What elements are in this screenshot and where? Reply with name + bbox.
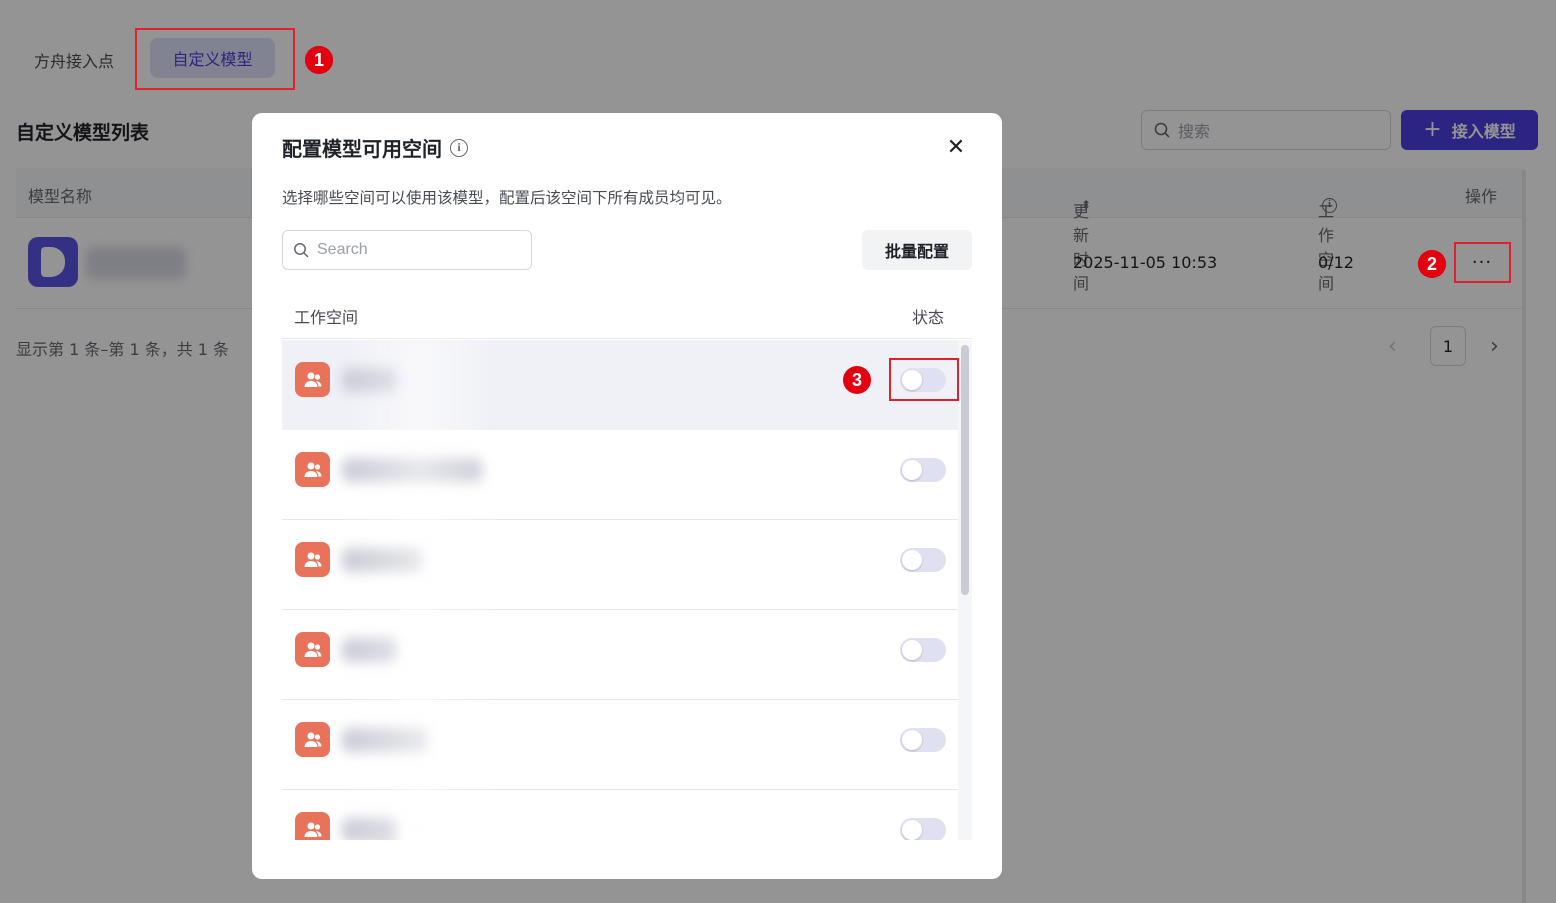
workspace-name-redacted	[342, 818, 397, 840]
workspace-row	[282, 430, 958, 520]
workspace-row	[282, 610, 958, 700]
column-status: 状态	[911, 308, 944, 327]
search-icon	[294, 243, 309, 258]
workspace-name-redacted	[342, 368, 397, 392]
callout-box-3	[889, 358, 959, 401]
workspace-row	[282, 520, 958, 610]
workspace-status-toggle[interactable]	[900, 548, 946, 572]
info-icon[interactable]: i	[450, 138, 468, 157]
column-workspace-name: 工作空间	[294, 308, 359, 327]
callout-box-2-top	[1454, 242, 1511, 283]
workspace-status-toggle[interactable]	[900, 818, 946, 840]
dialog-title-text: 配置模型可用空间	[282, 137, 442, 161]
toggle-knob	[902, 460, 922, 480]
callout-badge-2-top: 2	[1418, 250, 1446, 278]
team-icon	[295, 542, 330, 577]
workspace-status-toggle[interactable]	[900, 638, 946, 662]
dialog-title: 配置模型可用空间 i	[282, 133, 468, 162]
workspace-status-toggle[interactable]	[900, 458, 946, 482]
workspace-row	[282, 790, 958, 840]
workspace-search-input[interactable]	[282, 230, 532, 270]
team-icon	[295, 722, 330, 757]
workspace-row	[282, 700, 958, 790]
team-icon	[295, 812, 330, 840]
workspace-name-redacted	[342, 728, 427, 752]
callout-badge-1-top: 1	[305, 46, 333, 74]
toggle-knob	[902, 730, 922, 750]
team-icon	[295, 632, 330, 667]
workspace-table-header: 工作空间 状态	[282, 291, 972, 339]
callout-badge-3: 3	[843, 366, 871, 394]
batch-config-button[interactable]: 批量配置	[862, 230, 972, 270]
workspace-status-toggle[interactable]	[900, 728, 946, 752]
workspace-list-scrollbar-thumb[interactable]	[961, 345, 969, 595]
callout-box-1-top	[135, 28, 295, 90]
team-icon	[295, 452, 330, 487]
team-icon	[295, 362, 330, 397]
workspace-name-redacted	[342, 458, 482, 482]
workspace-name-redacted	[342, 638, 397, 662]
workspace-list	[282, 340, 958, 840]
toggle-knob	[902, 820, 922, 840]
workspace-name-redacted	[342, 548, 422, 572]
configure-space-dialog: 配置模型可用空间 i ✕ 选择哪些空间可以使用该模型，配置后该空间下所有成员均可…	[252, 113, 1002, 879]
toggle-knob	[902, 550, 922, 570]
workspace-search-field[interactable]	[317, 241, 517, 259]
close-icon[interactable]: ✕	[944, 135, 968, 160]
toggle-knob	[902, 640, 922, 660]
dialog-description: 选择哪些空间可以使用该模型，配置后该空间下所有成员均可见。	[282, 189, 732, 207]
